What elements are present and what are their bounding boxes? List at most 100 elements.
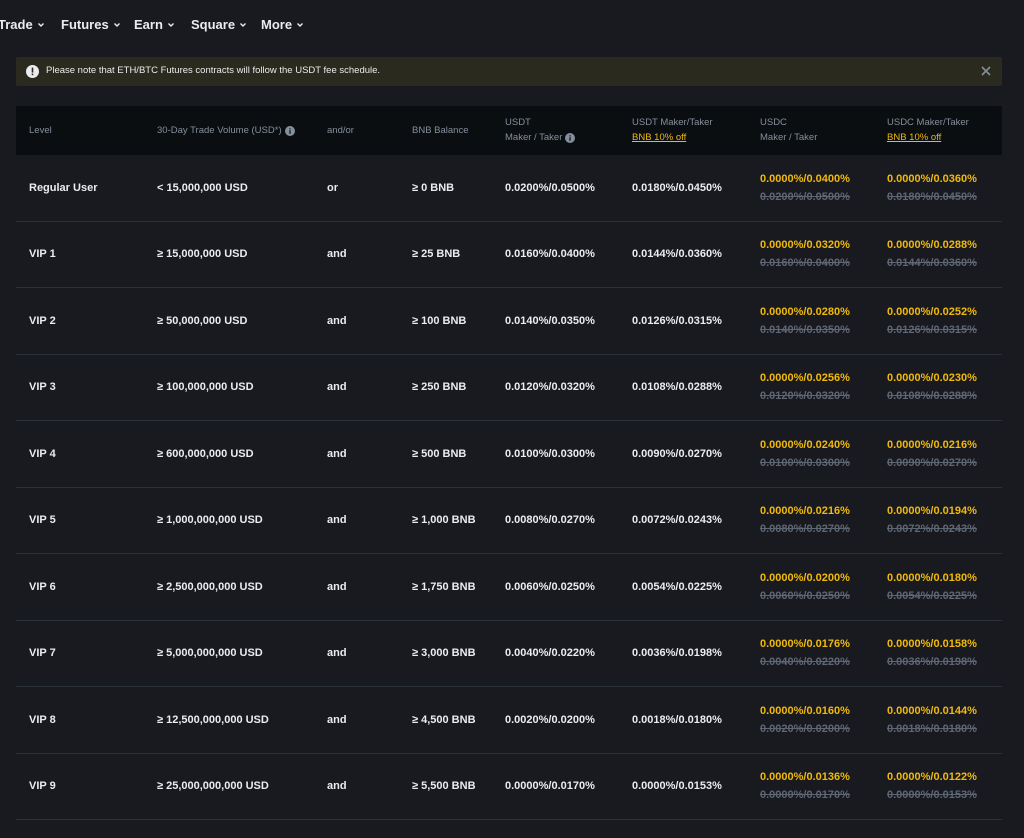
bnb-cell: ≥ 4,500 BNB [412, 713, 476, 726]
nav-more-label: More [261, 17, 293, 32]
usdc-fee-current: 0.0000%/0.0256% [760, 372, 850, 385]
level-cell: VIP 8 [29, 713, 56, 726]
header-usdc-line1: USDC [760, 117, 787, 128]
usdc-fee-cell: 0.0000%/0.0320% 0.0160%/0.0400% [760, 236, 850, 272]
usdc-fee-discount-current: 0.0000%/0.0144% [887, 704, 977, 717]
fee-table: Level 30-Day Trade Volume (USD*) and/or … [16, 106, 1002, 820]
usdc-fee-discount-cell: 0.0000%/0.0144% 0.0018%/0.0180% [887, 702, 977, 738]
bnb-cell: ≥ 0 BNB [412, 181, 455, 194]
usdc-fee-discount-current: 0.0000%/0.0252% [887, 305, 977, 318]
usdc-fee-cell: 0.0000%/0.0136% 0.0000%/0.0170% [760, 768, 850, 804]
usdt-fee-cell: 0.0120%/0.0320% [505, 381, 595, 394]
andor-cell: or [327, 181, 338, 194]
level-cell: Regular User [29, 181, 98, 194]
nav-more[interactable]: More [261, 17, 304, 32]
usdt-fee-discount-cell: 0.0126%/0.0315% [632, 314, 722, 327]
usdt-fee-discount-cell: 0.0090%/0.0270% [632, 447, 722, 460]
andor-cell: and [327, 381, 347, 394]
volume-cell: ≥ 2,500,000,000 USD [157, 580, 263, 593]
usdc-fee-original: 0.0020%/0.0200% [760, 722, 850, 735]
header-bnb: BNB Balance [412, 125, 469, 136]
header-usdc-off: USDC Maker/Taker BNB 10% off [887, 115, 969, 145]
header-usdc-line2: Maker / Taker [760, 132, 818, 143]
table-row: VIP 3 ≥ 100,000,000 USD and ≥ 250 BNB 0.0120… [16, 355, 1002, 421]
chevron-down-icon [167, 22, 174, 27]
close-icon[interactable] [980, 65, 992, 77]
nav-futures[interactable]: Futures [61, 17, 121, 32]
usdc-fee-current: 0.0000%/0.0216% [760, 505, 850, 518]
volume-cell: ≥ 100,000,000 USD [157, 381, 254, 394]
volume-cell: ≥ 25,000,000,000 USD [157, 780, 269, 793]
top-nav: Trade Futures Earn Square More [0, 0, 1024, 50]
table-row: Regular User < 15,000,000 USD or ≥ 0 BNB 0.0… [16, 155, 1002, 222]
level-cell: VIP 2 [29, 314, 56, 327]
header-usdt-off: USDT Maker/Taker BNB 10% off [632, 115, 713, 145]
table-row: VIP 7 ≥ 5,000,000,000 USD and ≥ 3,000 BNB 0.… [16, 621, 1002, 687]
bnb-cell: ≥ 25 BNB [412, 248, 461, 261]
usdc-fee-cell: 0.0000%/0.0280% 0.0140%/0.0350% [760, 303, 850, 339]
info-icon[interactable] [565, 132, 576, 143]
usdc-fee-discount-cell: 0.0000%/0.0180% 0.0054%/0.0225% [887, 569, 977, 605]
level-cell: VIP 3 [29, 381, 56, 394]
nav-square[interactable]: Square [191, 17, 247, 32]
andor-cell: and [327, 314, 347, 327]
usdc-fee-original: 0.0100%/0.0300% [760, 456, 850, 469]
nav-trade[interactable]: Trade [0, 17, 45, 32]
table-header: Level 30-Day Trade Volume (USD*) and/or … [16, 106, 1002, 155]
usdt-fee-cell: 0.0160%/0.0400% [505, 248, 595, 261]
bnb-cell: ≥ 250 BNB [412, 381, 467, 394]
usdt-fee-discount-cell: 0.0072%/0.0243% [632, 514, 722, 527]
level-cell: VIP 4 [29, 447, 56, 460]
andor-cell: and [327, 514, 347, 527]
usdt-fee-cell: 0.0140%/0.0350% [505, 314, 595, 327]
usdc-fee-discount-cell: 0.0000%/0.0194% 0.0072%/0.0243% [887, 502, 977, 538]
usdt-fee-cell: 0.0100%/0.0300% [505, 447, 595, 460]
usdt-fee-discount-cell: 0.0180%/0.0450% [632, 181, 722, 194]
bnb-discount-link[interactable]: BNB 10% off [632, 130, 713, 145]
table-row: VIP 2 ≥ 50,000,000 USD and ≥ 100 BNB 0.0140%… [16, 288, 1002, 355]
info-icon[interactable] [284, 125, 295, 136]
usdt-fee-cell: 0.0060%/0.0250% [505, 580, 595, 593]
notice-text: Please note that ETH/BTC Futures contrac… [46, 65, 381, 76]
chevron-down-icon [37, 22, 44, 27]
usdc-fee-discount-current: 0.0000%/0.0180% [887, 571, 977, 584]
table-row: VIP 1 ≥ 15,000,000 USD and ≥ 25 BNB 0.0160%/… [16, 222, 1002, 288]
header-usdc: USDC Maker / Taker [760, 115, 817, 145]
chevron-down-icon [297, 22, 304, 27]
andor-cell: and [327, 580, 347, 593]
level-cell: VIP 1 [29, 248, 56, 261]
bnb-discount-link[interactable]: BNB 10% off [887, 130, 969, 145]
usdc-fee-discount-cell: 0.0000%/0.0288% 0.0144%/0.0360% [887, 236, 977, 272]
usdc-fee-cell: 0.0000%/0.0160% 0.0020%/0.0200% [760, 702, 850, 738]
volume-cell: ≥ 15,000,000 USD [157, 248, 248, 261]
usdc-fee-discount-current: 0.0000%/0.0288% [887, 239, 977, 252]
usdc-fee-discount-original: 0.0090%/0.0270% [887, 456, 977, 469]
andor-cell: and [327, 647, 347, 660]
usdt-fee-cell: 0.0000%/0.0170% [505, 780, 595, 793]
usdc-fee-original: 0.0140%/0.0350% [760, 323, 850, 336]
usdc-fee-discount-cell: 0.0000%/0.0252% 0.0126%/0.0315% [887, 303, 977, 339]
usdc-fee-discount-original: 0.0180%/0.0450% [887, 190, 977, 203]
table-row: VIP 5 ≥ 1,000,000,000 USD and ≥ 1,000 BNB 0.… [16, 488, 1002, 554]
usdc-fee-original: 0.0000%/0.0170% [760, 789, 850, 802]
usdt-fee-discount-cell: 0.0108%/0.0288% [632, 381, 722, 394]
usdc-fee-discount-current: 0.0000%/0.0360% [887, 172, 977, 185]
header-level: Level [29, 125, 52, 136]
usdc-fee-cell: 0.0000%/0.0200% 0.0060%/0.0250% [760, 569, 850, 605]
usdc-fee-discount-original: 0.0126%/0.0315% [887, 323, 977, 336]
header-volume: 30-Day Trade Volume (USD*) [157, 123, 295, 138]
usdc-fee-current: 0.0000%/0.0280% [760, 305, 850, 318]
usdc-fee-original: 0.0160%/0.0400% [760, 257, 850, 270]
usdc-fee-discount-original: 0.0018%/0.0180% [887, 722, 977, 735]
bnb-cell: ≥ 1,750 BNB [412, 580, 476, 593]
bnb-cell: ≥ 100 BNB [412, 314, 467, 327]
header-usdt-line1: USDT [505, 117, 531, 128]
usdt-fee-cell: 0.0040%/0.0220% [505, 647, 595, 660]
usdc-fee-discount-original: 0.0000%/0.0153% [887, 789, 977, 802]
usdt-fee-discount-cell: 0.0054%/0.0225% [632, 580, 722, 593]
chevron-down-icon [240, 22, 247, 27]
level-cell: VIP 5 [29, 514, 56, 527]
usdc-fee-cell: 0.0000%/0.0176% 0.0040%/0.0220% [760, 635, 850, 671]
header-andor: and/or [327, 125, 354, 136]
nav-earn[interactable]: Earn [134, 17, 175, 32]
